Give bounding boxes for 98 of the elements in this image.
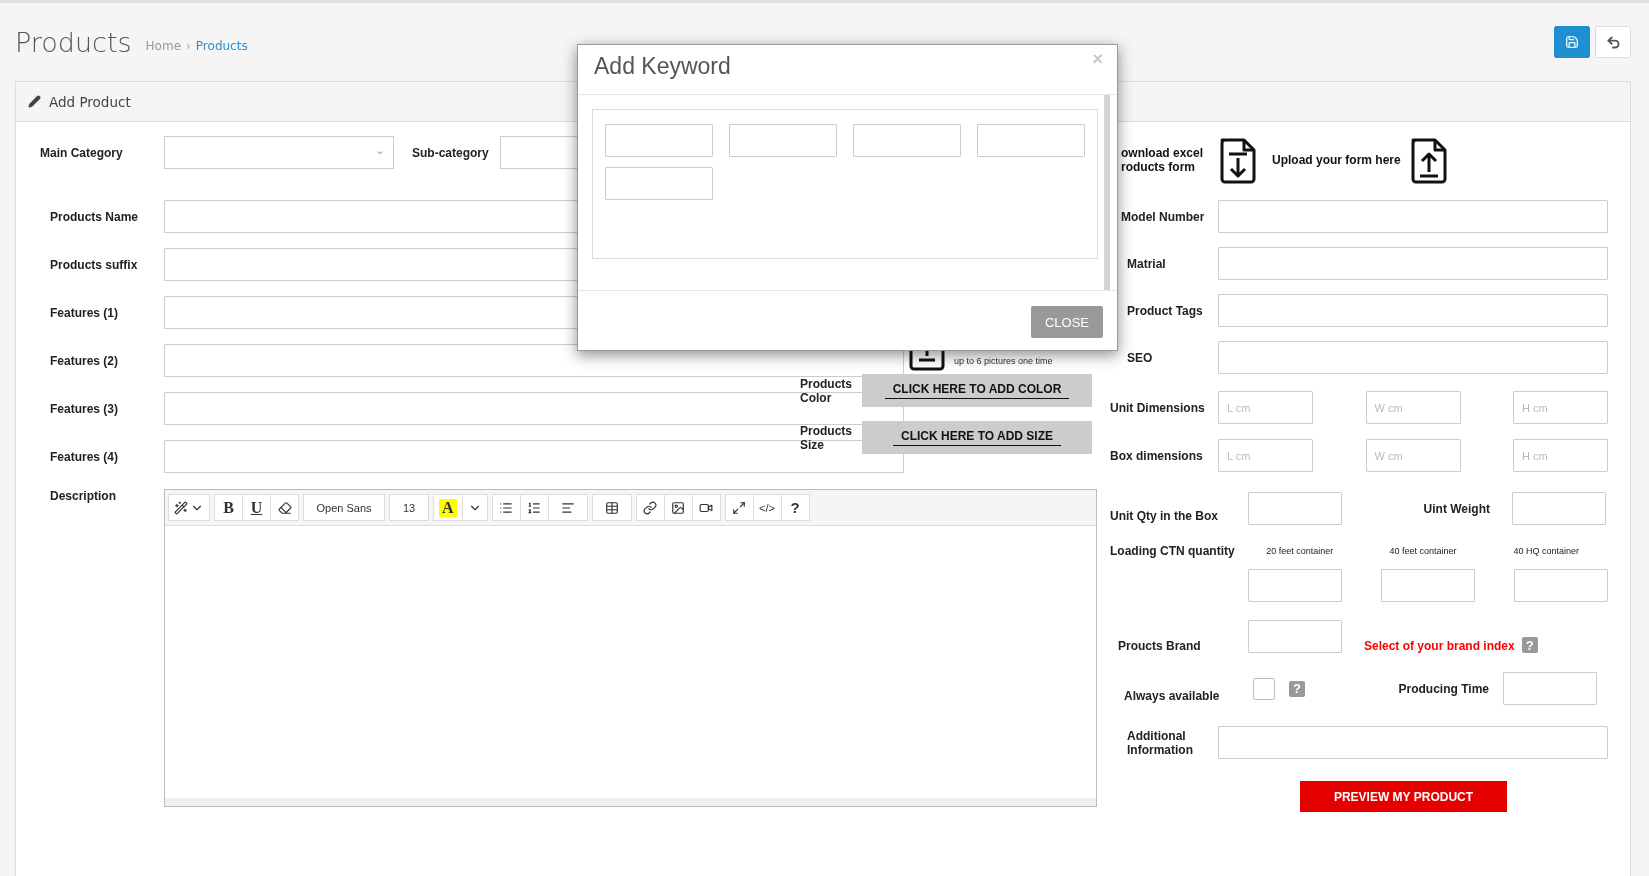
keyword-field[interactable] — [729, 124, 837, 157]
back-arrow-icon — [1605, 34, 1621, 50]
bold-button[interactable]: B — [214, 494, 243, 521]
text-field[interactable] — [164, 392, 904, 425]
size-dropdown[interactable]: 13 — [389, 494, 429, 521]
text-field[interactable] — [1218, 294, 1608, 327]
dimension-field[interactable]: H cm — [1513, 439, 1608, 472]
upload-hint: up to 6 pictures one time — [954, 356, 1053, 368]
text-field[interactable] — [1503, 672, 1597, 705]
wand-icon — [174, 500, 188, 515]
numbered-list-icon — [527, 500, 542, 515]
text-field[interactable] — [1218, 247, 1608, 280]
numbered-list-button[interactable] — [519, 494, 549, 521]
eraser-button[interactable] — [270, 494, 299, 521]
field-label: Description — [49, 489, 117, 503]
save-button[interactable] — [1554, 26, 1590, 58]
table-icon — [604, 500, 619, 515]
dimension-field[interactable]: W cm — [1365, 391, 1461, 424]
field-label: Uint Weight — [1422, 501, 1491, 516]
field-label: Features (3) — [49, 401, 120, 416]
scrollbar[interactable] — [1104, 95, 1110, 290]
field-label: Unit Qty in the Box — [1109, 509, 1219, 525]
underline-button[interactable]: U — [242, 494, 271, 521]
quantity-field[interactable] — [1248, 569, 1342, 602]
container-label: 40 feet container — [1388, 546, 1458, 556]
save-icon — [1565, 35, 1579, 49]
keyword-field[interactable] — [605, 167, 713, 200]
font-dropdown[interactable]: Open Sans — [303, 494, 385, 521]
checkbox[interactable] — [1253, 677, 1275, 700]
add-option-button[interactable]: CLICK HERE TO ADD SIZE — [862, 421, 1092, 454]
expand-icon — [732, 500, 747, 515]
description-editor[interactable]: B U Open Sans 13 A </> ? — [164, 489, 1097, 807]
field-label: Products Name — [49, 209, 140, 224]
keyword-field[interactable] — [853, 124, 961, 157]
text-field[interactable] — [1512, 492, 1606, 525]
field-label: Products suffix — [49, 257, 139, 272]
dimension-field[interactable]: L cm — [1218, 439, 1313, 472]
dimension-field[interactable]: H cm — [1513, 391, 1608, 424]
align-icon — [560, 500, 575, 515]
field-label: Features (2) — [49, 353, 120, 368]
field-label: Features (4) — [49, 449, 120, 464]
style-button[interactable] — [168, 494, 210, 521]
list-icon — [499, 500, 514, 515]
container-label: 40 HQ container — [1512, 546, 1581, 556]
field-label: Product Tags — [1126, 303, 1204, 318]
upload-label: Upload your form here — [1272, 153, 1401, 167]
file-download-icon[interactable] — [1218, 136, 1258, 184]
help-button[interactable]: ? — [780, 494, 810, 521]
color-button[interactable]: A — [433, 494, 463, 521]
field-label: Producing Time — [1397, 681, 1490, 696]
brand-index-link[interactable]: Select of your brand index — [1364, 639, 1515, 653]
fullscreen-button[interactable] — [724, 494, 754, 521]
pencil-icon — [28, 95, 41, 108]
quantity-field[interactable] — [1514, 569, 1608, 602]
dimension-field[interactable]: W cm — [1365, 439, 1461, 472]
field-label: Sub-category — [411, 145, 490, 160]
field-label: Additional Information — [1126, 728, 1194, 757]
download-label: ownload excel roducts form — [1120, 146, 1205, 174]
field-label: Products Color — [800, 376, 853, 405]
eraser-icon — [277, 500, 292, 515]
dialog-title: Add Keyword — [594, 53, 731, 81]
dimension-field[interactable]: L cm — [1218, 391, 1313, 424]
code-button[interactable]: </> — [752, 494, 782, 521]
keyword-field[interactable] — [977, 124, 1085, 157]
field-label: Proucts Brand — [1117, 639, 1202, 653]
quantity-field[interactable] — [1381, 569, 1475, 602]
table-button[interactable] — [591, 494, 632, 521]
main-category-select[interactable] — [164, 136, 394, 169]
text-field[interactable] — [1218, 726, 1608, 759]
page-title: Products — [15, 26, 132, 58]
container-label: 20 feet container — [1265, 546, 1335, 556]
field-label: Unit Dimensions — [1109, 400, 1206, 415]
field-label: Matrial — [1126, 256, 1167, 271]
image-icon — [671, 500, 686, 515]
field-label: Products Size — [800, 423, 853, 452]
bullet-list-button[interactable] — [491, 494, 521, 521]
field-label: Box dimensions — [1109, 448, 1204, 463]
image-button[interactable] — [663, 494, 693, 521]
panel-title: Add Product — [49, 93, 131, 110]
video-button[interactable] — [691, 494, 721, 521]
color-dropdown[interactable] — [461, 494, 488, 521]
brand-field[interactable] — [1248, 620, 1342, 653]
keyword-field[interactable] — [605, 124, 713, 157]
field-label: Always available — [1123, 689, 1221, 705]
text-field[interactable] — [1218, 200, 1608, 233]
field-label: Loading CTN quantity — [1109, 544, 1236, 558]
text-field[interactable] — [1248, 492, 1342, 525]
field-label: SEO — [1126, 350, 1154, 365]
field-label: Main Category — [40, 145, 124, 160]
text-field[interactable] — [1218, 341, 1608, 374]
breadcrumb-separator: › — [186, 39, 191, 53]
link-icon — [643, 500, 658, 515]
text-field[interactable] — [164, 440, 904, 473]
field-label: Features (1) — [49, 305, 120, 320]
back-button[interactable] — [1595, 26, 1631, 58]
link-button[interactable] — [635, 494, 665, 521]
preview-button[interactable]: PREVIEW MY PRODUCT — [1300, 781, 1507, 812]
field-label: Model Number — [1120, 209, 1206, 224]
